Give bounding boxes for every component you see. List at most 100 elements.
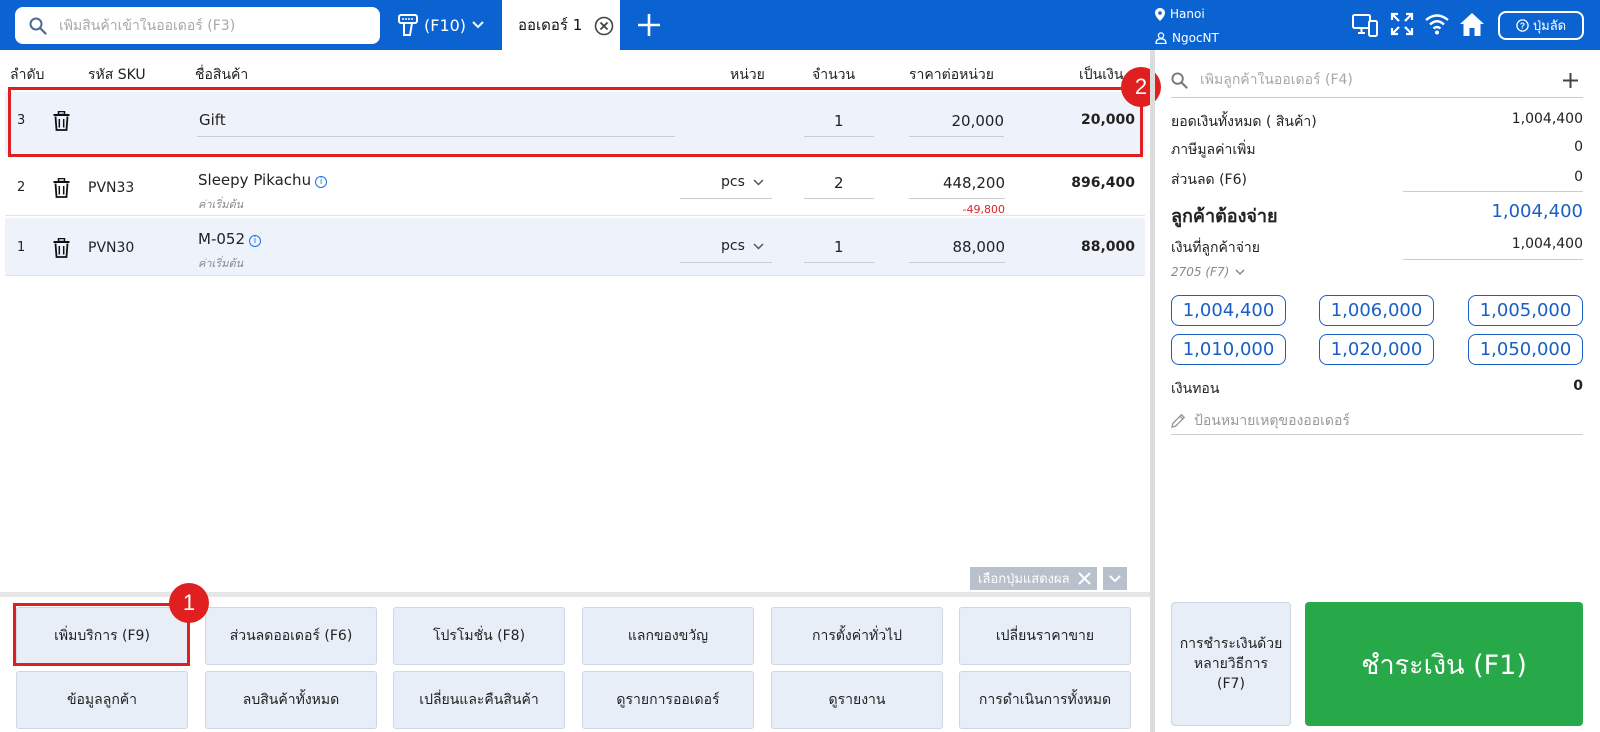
trash-icon[interactable] <box>53 178 70 198</box>
unit-select[interactable]: pcs <box>721 238 764 254</box>
chevron-down-icon <box>753 242 764 250</box>
current-user[interactable]: NgocNT <box>1155 31 1219 45</box>
barcode-shortcut-label: (F10) <box>424 15 467 35</box>
annotation-badge-1: 1 <box>169 583 209 623</box>
customer-search-input[interactable] <box>1200 72 1540 88</box>
barcode-scanner-button[interactable]: (F10) <box>398 10 484 40</box>
row-sku: PVN30 <box>88 240 135 256</box>
col-header-sku: รหัส SKU <box>88 67 146 83</box>
quick-amount-button[interactable]: 1,006,000 <box>1319 295 1434 326</box>
customer-paid-value[interactable]: 1,004,400 <box>1512 236 1583 252</box>
info-icon[interactable]: i <box>315 176 328 188</box>
col-header-qty: จำนวน <box>812 67 856 83</box>
row-discount: -49,800 <box>962 203 1005 216</box>
customer-paid-label: เงินที่ลูกค้าจ่าย <box>1171 240 1260 256</box>
multi-payment-button[interactable]: การชำระเงินด้วยหลายวิธีการ (F7) <box>1171 602 1291 726</box>
row-qty[interactable]: 1 <box>834 238 844 256</box>
close-tab-icon[interactable] <box>594 16 614 36</box>
row-product-name: Sleepy Pikachu <box>198 171 312 189</box>
col-header-unit-price: ราคาต่อหน่วย <box>909 67 994 83</box>
product-search-box[interactable] <box>15 7 380 44</box>
location-text: Hanoi <box>1170 7 1205 21</box>
row-index: 1 <box>17 240 26 255</box>
promotion-button[interactable]: โปรโมชั่น (F8) <box>393 607 565 665</box>
chevron-down-icon <box>1235 268 1245 275</box>
unit-field-underline <box>680 198 772 199</box>
close-icon[interactable] <box>1077 572 1091 585</box>
vat-label: ภาษีมูลค่าเพิ่ม <box>1171 142 1256 158</box>
payment-method-value: 2705 (F7) <box>1171 265 1230 279</box>
display-results-label: เลือกปุ่มแสดงผล <box>978 572 1070 587</box>
display-results-chip[interactable]: เลือกปุ่มแสดงผล <box>970 567 1097 590</box>
amount-due-label: ลูกค้าต้องจ่าย <box>1171 206 1278 227</box>
change-label: เงินทอน <box>1171 381 1220 397</box>
wifi-icon[interactable] <box>1424 12 1450 36</box>
price-field-underline <box>909 198 1005 199</box>
fullscreen-icon[interactable] <box>1390 12 1414 36</box>
chevron-down-icon <box>472 21 484 29</box>
table-row[interactable]: 2 PVN33 Sleepy Pikachu i ค่าเริ่มต้น pcs … <box>5 160 1145 216</box>
col-header-unit: หน่วย <box>730 67 765 83</box>
unit-value: pcs <box>721 174 745 190</box>
order-discount-button[interactable]: ส่วนลดออเดอร์ (F6) <box>205 607 377 665</box>
home-icon[interactable] <box>1459 12 1485 37</box>
table-row[interactable]: 1 PVN30 M-052 i ค่าเริ่มต้น pcs 1 88,000 … <box>5 218 1145 276</box>
quick-amount-button[interactable]: 1,005,000 <box>1468 295 1583 326</box>
quick-amount-button[interactable]: 1,020,000 <box>1319 334 1434 365</box>
tab-order-label: ออเดอร์ 1 <box>518 16 583 34</box>
tab-order-1[interactable]: ออเดอร์ 1 <box>502 0 620 50</box>
shortcuts-button[interactable]: ? ปุ่มลัด <box>1498 11 1584 40</box>
row-variant-note: ค่าเริ่มต้น <box>198 257 244 270</box>
user-icon <box>1155 32 1167 44</box>
paid-field-underline <box>1403 259 1583 260</box>
unit-value: pcs <box>721 238 745 254</box>
add-customer-icon[interactable] <box>1562 72 1579 89</box>
vat-value: 0 <box>1574 139 1583 155</box>
shortcuts-label: ปุ่มลัด <box>1532 19 1567 34</box>
quick-amount-button[interactable]: 1,004,400 <box>1171 295 1286 326</box>
discount-field-underline <box>1403 191 1583 192</box>
quick-amount-button[interactable]: 1,050,000 <box>1468 334 1583 365</box>
payment-panel: ยอดเงินทั้งหมด ( สินค้า) 1,004,400 ภาษีม… <box>1155 50 1600 732</box>
unit-field-underline <box>680 262 772 263</box>
product-search-input[interactable] <box>59 17 359 34</box>
customer-search-box[interactable] <box>1171 63 1583 98</box>
unit-select[interactable]: pcs <box>721 174 764 190</box>
general-settings-button[interactable]: การตั้งค่าทั่วไป <box>771 607 943 665</box>
help-circle-icon: ? <box>1516 19 1529 32</box>
gift-exchange-button[interactable]: แลกของขวัญ <box>582 607 754 665</box>
row-product-name: M-052 <box>198 230 245 248</box>
customer-info-button[interactable]: ข้อมูลลูกค้า <box>16 671 188 729</box>
row-total: 88,000 <box>1080 239 1135 255</box>
row-product-name-group[interactable]: Sleepy Pikachu i <box>198 171 328 189</box>
store-location[interactable]: Hanoi <box>1155 7 1205 21</box>
row-index: 2 <box>17 180 26 195</box>
display-results-toggle[interactable] <box>1102 567 1127 590</box>
row-qty[interactable]: 2 <box>834 174 844 192</box>
display-results-bar: เลือกปุ่มแสดงผล <box>970 567 1127 590</box>
row-total: 896,400 <box>1071 175 1135 191</box>
row-price[interactable]: 88,000 <box>905 238 1006 256</box>
row-price[interactable]: 448,200 <box>905 174 1005 192</box>
exchange-return-button[interactable]: เปลี่ยนและคืนสินค้า <box>393 671 565 729</box>
row-product-name-group[interactable]: M-052 i <box>198 230 261 248</box>
user-name: NgocNT <box>1172 31 1219 45</box>
view-report-button[interactable]: ดูรายงาน <box>771 671 943 729</box>
info-icon[interactable]: i <box>249 235 261 247</box>
remove-all-products-button[interactable]: ลบสินค้าทั้งหมด <box>205 671 377 729</box>
change-price-button[interactable]: เปลี่ยนราคาขาย <box>959 607 1131 665</box>
add-tab-icon[interactable] <box>636 12 662 38</box>
qty-field-underline <box>804 198 874 199</box>
svg-text:?: ? <box>1520 21 1525 31</box>
quick-amount-button[interactable]: 1,010,000 <box>1171 334 1286 365</box>
discount-value[interactable]: 0 <box>1574 169 1583 185</box>
customer-display-icon[interactable] <box>1352 12 1378 38</box>
trash-icon[interactable] <box>53 238 70 258</box>
order-note-field[interactable]: ป้อนหมายเหตุของออเดอร์ <box>1171 407 1583 435</box>
total-amount-label: ยอดเงินทั้งหมด ( สินค้า) <box>1171 114 1317 130</box>
view-orders-button[interactable]: ดูรายการออเดอร์ <box>582 671 754 729</box>
all-operations-button[interactable]: การดำเนินการทั้งหมด <box>959 671 1131 729</box>
payment-method-select[interactable]: 2705 (F7) <box>1171 265 1245 279</box>
col-header-name: ชื่อสินค้า <box>195 67 249 83</box>
pay-button[interactable]: ชำระเงิน (F1) <box>1305 602 1583 726</box>
